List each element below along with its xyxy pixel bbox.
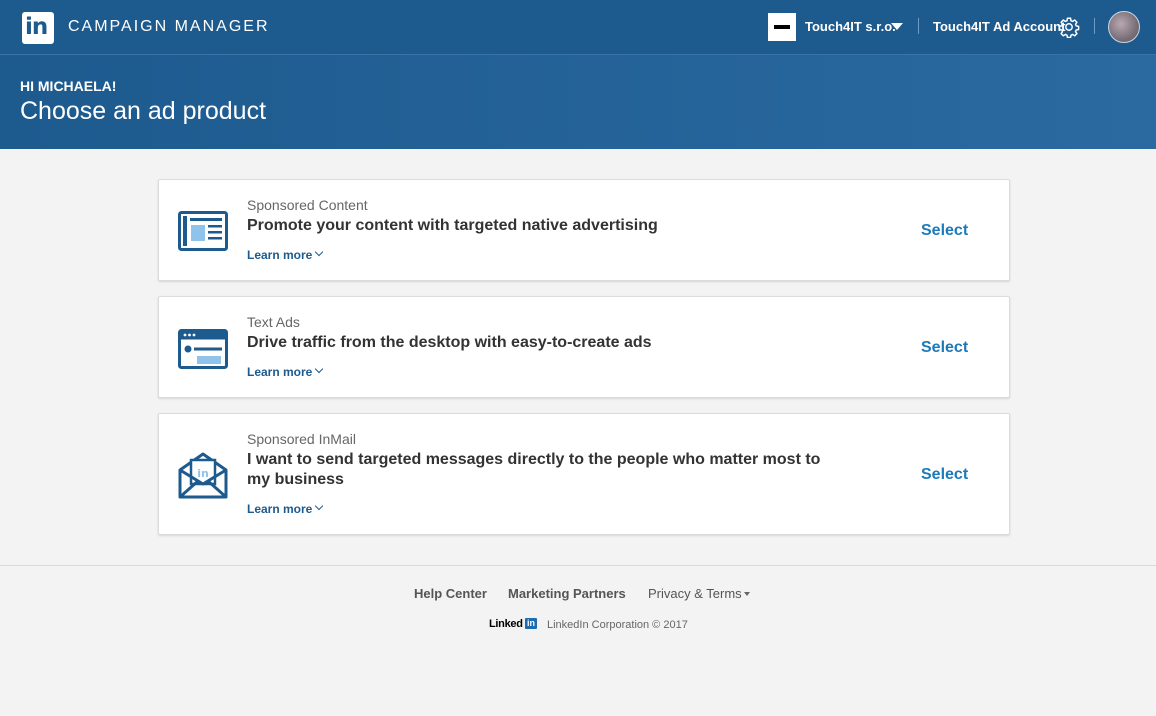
privacy-terms-link[interactable]: Privacy & Terms [648,586,742,601]
learn-more-link[interactable]: Learn more [247,501,324,516]
caret-down-icon[interactable] [744,592,750,596]
chevron-down-icon [315,364,324,374]
company-logo-icon[interactable] [768,13,796,41]
browser-window-icon [178,329,228,369]
select-button[interactable]: Select [921,222,968,240]
learn-more-label: Learn more [247,248,313,262]
product-card-text-ads: Text Ads Drive traffic from the desktop … [158,296,1010,398]
learn-more-label: Learn more [247,502,313,516]
linkedin-footer-logo: Linked [489,618,523,630]
chevron-down-icon [315,501,324,511]
divider [918,18,919,34]
learn-more-link[interactable]: Learn more [247,247,324,262]
chevron-down-icon [315,247,324,257]
footer-divider [0,565,1156,566]
top-bar: in CAMPAIGN MANAGER Touch4IT s.r.o. Touc… [0,0,1156,55]
avatar[interactable] [1108,11,1140,43]
product-kicker: Sponsored Content [247,197,368,213]
app-title: CAMPAIGN MANAGER [68,18,270,35]
divider [1094,18,1095,34]
ad-account-link[interactable]: Touch4IT Ad Account [933,19,1065,34]
page-header: HI MICHAELA! Choose an ad product [0,55,1156,149]
greeting: HI MICHAELA! [20,78,117,94]
envelope-icon: in [178,452,228,499]
product-card-sponsored-content: Sponsored Content Promote your content w… [158,179,1010,281]
learn-more-label: Learn more [247,365,313,379]
linkedin-logo-text: in [25,14,48,40]
product-kicker: Text Ads [247,314,300,330]
product-description: Drive traffic from the desktop with easy… [247,334,652,351]
company-switcher[interactable]: Touch4IT s.r.o. [805,19,896,34]
linkedin-footer-badge: in [525,618,537,629]
product-card-sponsored-inmail: in Sponsored InMail I want to send targe… [158,413,1010,535]
linkedin-logo[interactable]: in [22,12,54,44]
gear-icon[interactable] [1058,16,1080,38]
learn-more-link[interactable]: Learn more [247,364,324,379]
company-dropdown-caret-icon[interactable] [891,23,903,30]
product-description: I want to send targeted messages directl… [247,451,821,488]
newspaper-icon [178,211,228,251]
page-title: Choose an ad product [20,97,267,125]
marketing-partners-link[interactable]: Marketing Partners [508,586,626,601]
select-button[interactable]: Select [921,339,968,357]
product-kicker: Sponsored InMail [247,431,356,447]
product-description: Promote your content with targeted nativ… [247,217,658,234]
copyright-text: LinkedIn Corporation © 2017 [547,619,688,631]
help-center-link[interactable]: Help Center [414,586,487,601]
svg-text:in: in [197,467,209,480]
select-button[interactable]: Select [921,466,968,484]
